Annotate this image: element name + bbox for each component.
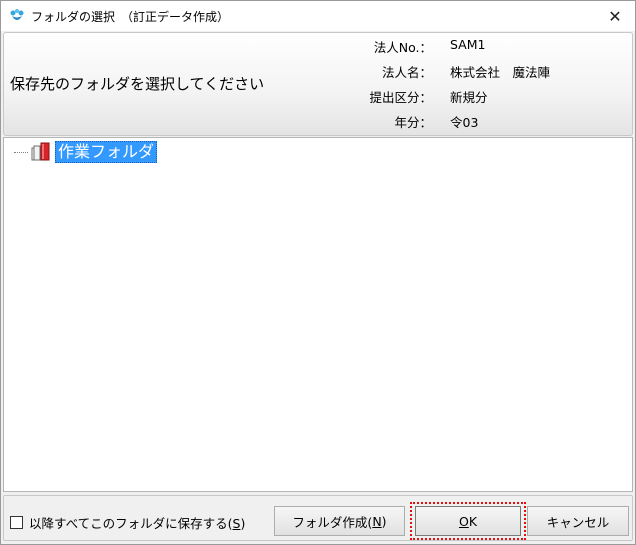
footer-bar: 以降すべてこのフォルダに保存する(S) フォルダ作成(N) OK キャンセル [3,495,633,541]
save-all-checkbox-group[interactable]: 以降すべてこのフォルダに保存する(S) [10,513,245,532]
cancel-button[interactable]: キャンセル [527,506,629,536]
info-label: 年分： [394,115,432,130]
create-folder-button[interactable]: フォルダ作成(N) [274,506,405,536]
info-label: 法人名： [381,65,432,80]
save-all-checkbox[interactable] [10,516,23,529]
info-label: 法人No.： [373,40,432,55]
save-all-label: 以降すべてこのフォルダに保存する(S) [29,516,246,531]
tree-connector [14,152,28,154]
title-bar: フォルダの選択 （訂正データ作成） ✕ [1,1,635,31]
tree-node-work-folder[interactable]: 作業フォルダ [14,140,158,164]
tree-node-label[interactable]: 作業フォルダ [55,141,158,163]
ok-button[interactable]: OK [415,506,521,536]
info-value: SAM1 [450,37,486,52]
info-value: 株式会社 魔法陣 [450,65,551,80]
folder-select-dialog: フォルダの選択 （訂正データ作成） ✕ 保存先のフォルダを選択してください 法人… [0,0,636,545]
info-header: 保存先のフォルダを選択してください 法人No.： SAM1 法人名： 株式会社 … [3,32,633,136]
folder-book-icon [31,142,50,161]
info-value: 新規分 [450,90,488,105]
folder-tree[interactable]: 作業フォルダ [3,137,633,492]
info-value: 令03 [450,115,479,130]
info-label: 提出区分： [369,90,432,105]
close-button[interactable]: ✕ [595,1,635,31]
window-title: フォルダの選択 （訂正データ作成） [31,9,230,24]
instruction-text: 保存先のフォルダを選択してください [10,75,265,93]
close-icon: ✕ [608,6,622,26]
app-logo-icon [10,9,24,20]
